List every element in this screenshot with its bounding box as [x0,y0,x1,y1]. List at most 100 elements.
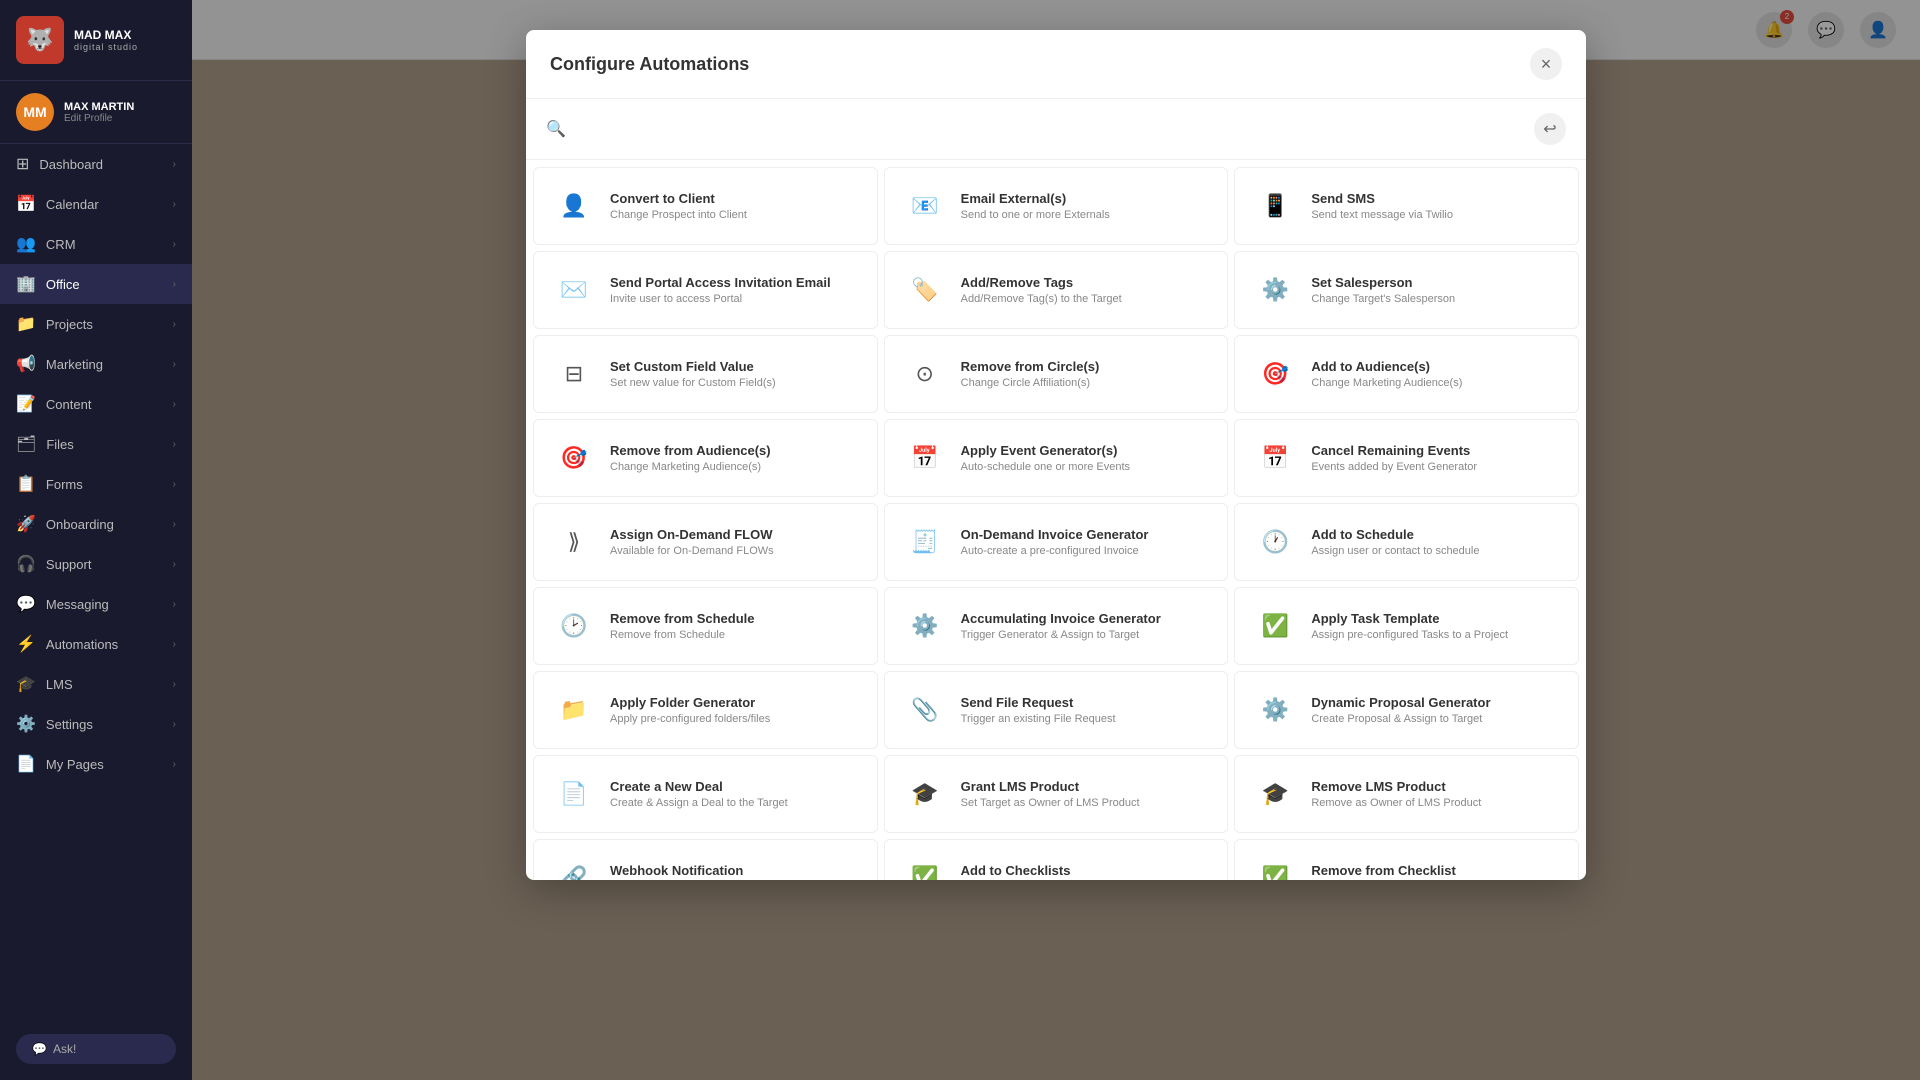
automation-item-remove-from-schedule[interactable]: 🕑 Remove from Schedule Remove from Sched… [533,587,878,665]
search-input[interactable] [576,121,1524,137]
automation-item-on-demand-invoice-generator[interactable]: 🧾 On-Demand Invoice Generator Auto-creat… [884,503,1229,581]
sidebar-item-forms[interactable]: 📋Forms › [0,464,192,504]
chevron-right-icon: › [173,199,176,210]
automation-title-cancel-remaining-events: Cancel Remaining Events [1311,443,1477,458]
automation-item-dynamic-proposal-generator[interactable]: ⚙️ Dynamic Proposal Generator Create Pro… [1234,671,1579,749]
sidebar-item-crm[interactable]: 👥CRM › [0,224,192,264]
automation-desc-convert-to-client: Change Prospect into Client [610,209,747,221]
automation-item-grant-lms-product[interactable]: 🎓 Grant LMS Product Set Target as Owner … [884,755,1229,833]
avatar: MM [16,93,54,131]
automation-icon-on-demand-invoice-generator: 🧾 [903,520,947,564]
ask-button[interactable]: 💬 Ask! [16,1034,176,1064]
automation-item-remove-from-circles[interactable]: ⊙ Remove from Circle(s) Change Circle Af… [884,335,1229,413]
automation-icon-add-to-checklists: ✅ [903,856,947,880]
automation-item-cancel-remaining-events[interactable]: 📅 Cancel Remaining Events Events added b… [1234,419,1579,497]
automation-icon-apply-folder-generator: 📁 [552,688,596,732]
automation-item-add-to-schedule[interactable]: 🕐 Add to Schedule Assign user or contact… [1234,503,1579,581]
modal-search-bar: 🔍 ↩ [526,99,1586,160]
chevron-right-icon: › [173,399,176,410]
automation-item-send-file-request[interactable]: 📎 Send File Request Trigger an existing … [884,671,1229,749]
automation-desc-remove-from-schedule: Remove from Schedule [610,629,755,641]
chevron-right-icon: › [173,439,176,450]
sidebar-item-content[interactable]: 📝Content › [0,384,192,424]
main-content: 🔔 2 💬 👤 Configure Automations × 🔍 ↩ 👤 Co… [192,0,1920,1080]
automation-icon-set-custom-field: ⊟ [552,352,596,396]
automation-item-apply-task-template[interactable]: ✅ Apply Task Template Assign pre-configu… [1234,587,1579,665]
user-profile[interactable]: MM MAX MARTIN Edit Profile [0,81,192,144]
automation-desc-on-demand-invoice-generator: Auto-create a pre-configured Invoice [961,545,1149,557]
sidebar-item-marketing[interactable]: 📢Marketing › [0,344,192,384]
automation-icon-apply-task-template: ✅ [1253,604,1297,648]
automation-item-remove-lms-product[interactable]: 🎓 Remove LMS Product Remove as Owner of … [1234,755,1579,833]
automation-item-create-new-deal[interactable]: 📄 Create a New Deal Create & Assign a De… [533,755,878,833]
automation-item-send-portal-invitation[interactable]: ✉️ Send Portal Access Invitation Email I… [533,251,878,329]
automation-item-add-to-audiences[interactable]: 🎯 Add to Audience(s) Change Marketing Au… [1234,335,1579,413]
automation-item-set-custom-field[interactable]: ⊟ Set Custom Field Value Set new value f… [533,335,878,413]
automation-item-apply-event-generator[interactable]: 📅 Apply Event Generator(s) Auto-schedule… [884,419,1229,497]
sidebar-item-dashboard[interactable]: ⊞Dashboard › [0,144,192,184]
automation-icon-remove-from-schedule: 🕑 [552,604,596,648]
automation-title-webhook-notification: Webhook Notification [610,863,767,878]
automation-title-accumulating-invoice-generator: Accumulating Invoice Generator [961,611,1161,626]
sidebar-item-support[interactable]: 🎧Support › [0,544,192,584]
automation-desc-email-externals: Send to one or more Externals [961,209,1110,221]
automation-icon-add-to-audiences: 🎯 [1253,352,1297,396]
automation-item-add-remove-tags[interactable]: 🏷️ Add/Remove Tags Add/Remove Tag(s) to … [884,251,1229,329]
sidebar-item-lms[interactable]: 🎓LMS › [0,664,192,704]
mypages-icon: 📄 [16,754,36,774]
sidebar-item-settings[interactable]: ⚙️Settings › [0,704,192,744]
automation-title-send-sms: Send SMS [1311,191,1453,206]
automation-item-email-externals[interactable]: 📧 Email External(s) Send to one or more … [884,167,1229,245]
automation-item-webhook-notification[interactable]: 🔗 Webhook Notification Fire a webhook to… [533,839,878,880]
automation-title-set-salesperson: Set Salesperson [1311,275,1455,290]
automation-title-add-remove-tags: Add/Remove Tags [961,275,1122,290]
onboarding-icon: 🚀 [16,514,36,534]
sidebar-item-office[interactable]: 🏢Office › [0,264,192,304]
back-button[interactable]: ↩ [1534,113,1566,145]
automation-item-send-sms[interactable]: 📱 Send SMS Send text message via Twilio [1234,167,1579,245]
automation-item-add-to-checklists[interactable]: ✅ Add to Checklists Assign Target to Che… [884,839,1229,880]
automation-item-apply-folder-generator[interactable]: 📁 Apply Folder Generator Apply pre-confi… [533,671,878,749]
automation-icon-assign-on-demand-flow: ⟫ [552,520,596,564]
automation-title-on-demand-invoice-generator: On-Demand Invoice Generator [961,527,1149,542]
automation-icon-send-portal-invitation: ✉️ [552,268,596,312]
automation-desc-assign-on-demand-flow: Available for On-Demand FLOWs [610,545,774,557]
sidebar-item-messaging[interactable]: 💬Messaging › [0,584,192,624]
sidebar-item-files[interactable]: 🗂Files › [0,424,192,464]
automation-icon-set-salesperson: ⚙️ [1253,268,1297,312]
sidebar-item-projects[interactable]: 📁Projects › [0,304,192,344]
automation-item-accumulating-invoice-generator[interactable]: ⚙️ Accumulating Invoice Generator Trigge… [884,587,1229,665]
automation-title-create-new-deal: Create a New Deal [610,779,788,794]
automation-title-apply-folder-generator: Apply Folder Generator [610,695,770,710]
automation-title-send-portal-invitation: Send Portal Access Invitation Email [610,275,831,290]
automation-desc-accumulating-invoice-generator: Trigger Generator & Assign to Target [961,629,1161,641]
automation-desc-add-to-audiences: Change Marketing Audience(s) [1311,377,1462,389]
automation-icon-grant-lms-product: 🎓 [903,772,947,816]
modal-close-button[interactable]: × [1530,48,1562,80]
automation-icon-webhook-notification: 🔗 [552,856,596,880]
automation-icon-add-remove-tags: 🏷️ [903,268,947,312]
ask-icon: 💬 [32,1042,47,1056]
automation-item-set-salesperson[interactable]: ⚙️ Set Salesperson Change Target's Sales… [1234,251,1579,329]
sidebar-item-automations[interactable]: ⚡Automations › [0,624,192,664]
edit-profile-link[interactable]: Edit Profile [64,113,134,124]
sidebar: 🐺 MAD MAX digital studio MM MAX MARTIN E… [0,0,192,1080]
sidebar-item-onboarding[interactable]: 🚀Onboarding › [0,504,192,544]
automation-icon-apply-event-generator: 📅 [903,436,947,480]
automations-icon: ⚡ [16,634,36,654]
automation-icon-dynamic-proposal-generator: ⚙️ [1253,688,1297,732]
chevron-right-icon: › [173,559,176,570]
messaging-icon: 💬 [16,594,36,614]
sidebar-item-mypages[interactable]: 📄My Pages › [0,744,192,784]
calendar-icon: 📅 [16,194,36,214]
automation-icon-cancel-remaining-events: 📅 [1253,436,1297,480]
automation-item-remove-from-audiences[interactable]: 🎯 Remove from Audience(s) Change Marketi… [533,419,878,497]
automation-item-remove-from-checklist[interactable]: ✅ Remove from Checklist Remove Target fr… [1234,839,1579,880]
sidebar-item-calendar[interactable]: 📅Calendar › [0,184,192,224]
automation-icon-remove-from-checklist: ✅ [1253,856,1297,880]
support-icon: 🎧 [16,554,36,574]
automation-item-assign-on-demand-flow[interactable]: ⟫ Assign On-Demand FLOW Available for On… [533,503,878,581]
automation-title-convert-to-client: Convert to Client [610,191,747,206]
automation-item-convert-to-client[interactable]: 👤 Convert to Client Change Prospect into… [533,167,878,245]
automation-desc-apply-task-template: Assign pre-configured Tasks to a Project [1311,629,1508,641]
